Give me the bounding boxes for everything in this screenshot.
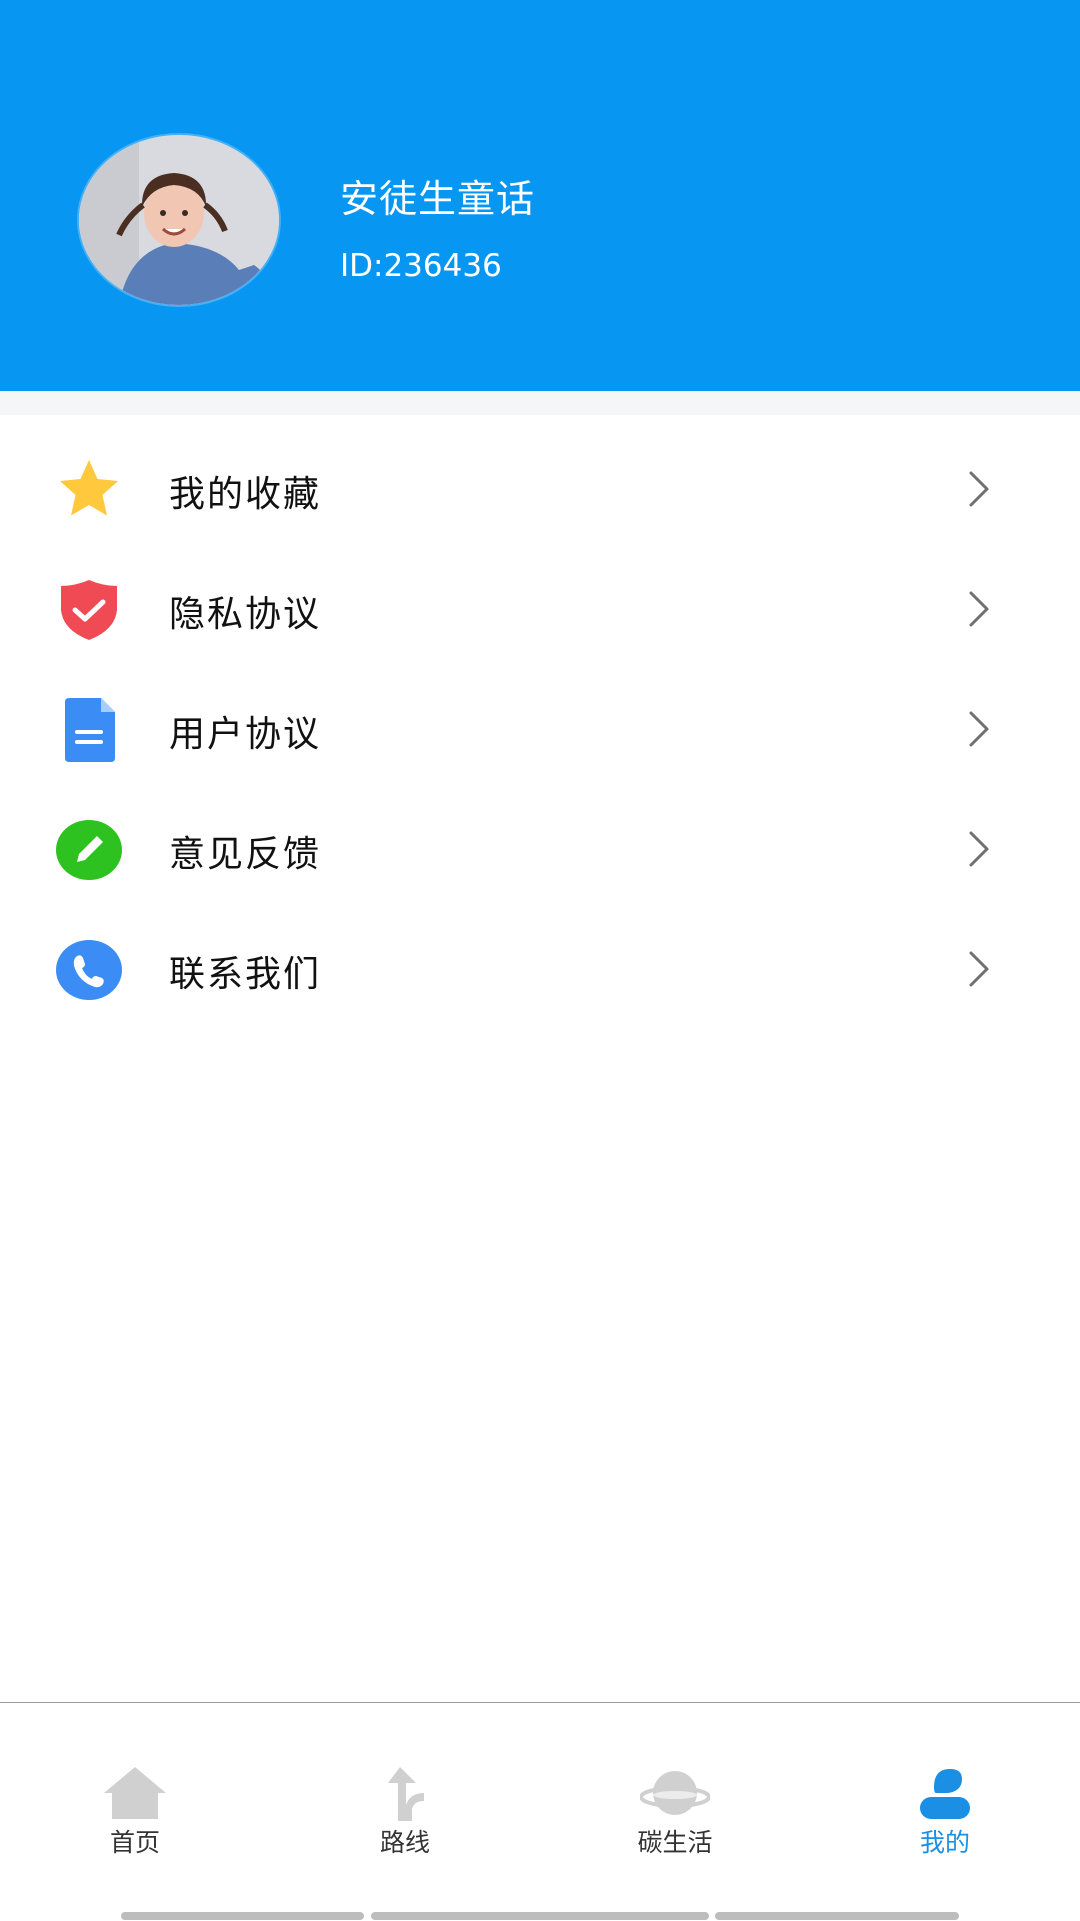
profile-header: 安徒生童话 ID:236436: [0, 0, 1080, 391]
chevron-right-icon: [965, 709, 993, 749]
gesture-bar-segment: [121, 1912, 364, 1920]
pencil-icon: [55, 816, 123, 884]
avatar-photo: [79, 135, 279, 305]
menu-item-label: 隐私协议: [169, 594, 322, 635]
tab-mine[interactable]: 我的: [875, 1765, 1015, 1865]
menu-item-feedback[interactable]: 意见反馈: [0, 789, 1080, 909]
menu-item-privacy[interactable]: 隐私协议: [0, 549, 1080, 669]
user-name: 安徒生童话: [340, 177, 536, 221]
chevron-right-icon: [965, 829, 993, 869]
star-icon: [55, 456, 123, 524]
tab-label: 路线: [379, 1828, 430, 1857]
gesture-bar-segment: [371, 1912, 709, 1920]
menu-item-label: 我的收藏: [169, 474, 322, 515]
shield-check-icon: [55, 576, 123, 644]
menu-list: 我的收藏 隐私协议 用户协议 意见反馈 联系我们: [0, 429, 1080, 1029]
bottom-tab-bar: 首页 路线 碳生活 我的: [0, 1702, 1080, 1921]
route-icon: [388, 1767, 424, 1821]
avatar[interactable]: [79, 135, 279, 305]
menu-item-label: 意见反馈: [169, 834, 322, 875]
menu-item-user-agreement[interactable]: 用户协议: [0, 669, 1080, 789]
chevron-right-icon: [965, 589, 993, 629]
chevron-right-icon: [965, 469, 993, 509]
tab-carbon-life[interactable]: 碳生活: [605, 1765, 745, 1865]
user-icon: [920, 1769, 970, 1819]
document-icon: [55, 696, 123, 764]
home-icon: [104, 1767, 166, 1819]
section-divider: [0, 391, 1080, 415]
tab-label: 首页: [109, 1828, 160, 1857]
menu-item-label: 联系我们: [169, 954, 322, 995]
tab-label: 我的: [919, 1828, 970, 1857]
tab-route[interactable]: 路线: [335, 1765, 475, 1865]
user-id: ID:236436: [340, 248, 502, 284]
phone-icon: [55, 936, 123, 1004]
chevron-right-icon: [965, 949, 993, 989]
tab-home[interactable]: 首页: [65, 1765, 205, 1865]
menu-item-label: 用户协议: [169, 714, 322, 755]
planet-icon: [640, 1771, 710, 1815]
gesture-bar-segment: [715, 1912, 959, 1920]
tab-label: 碳生活: [637, 1828, 713, 1857]
menu-item-favorites[interactable]: 我的收藏: [0, 429, 1080, 549]
menu-item-contact[interactable]: 联系我们: [0, 909, 1080, 1029]
